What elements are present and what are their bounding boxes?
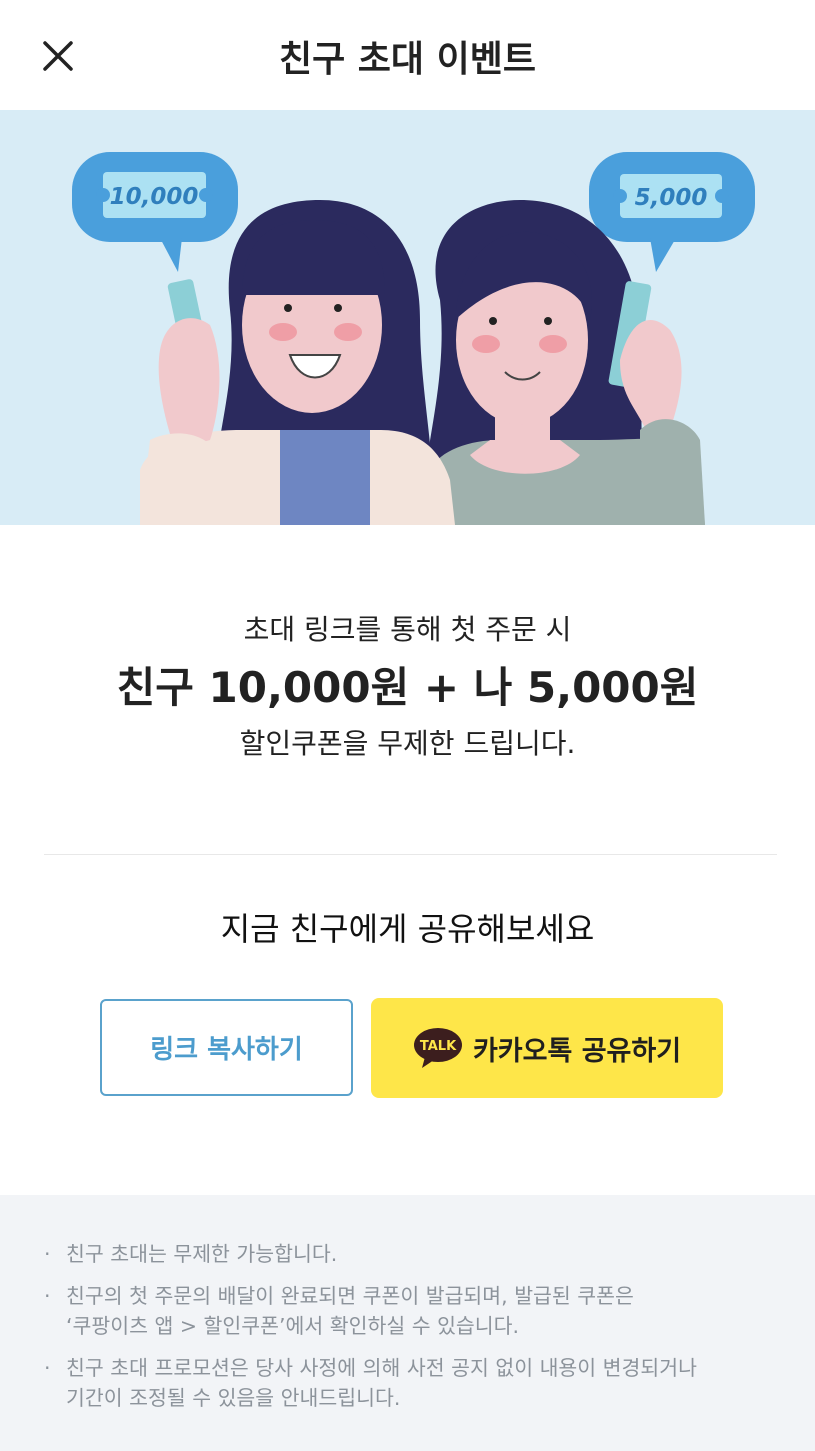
hero-illustration: 10,000 5,000: [0, 110, 815, 525]
right-bubble-amount: 5,000: [635, 185, 708, 211]
notice-item: · 친구의 첫 주문의 배달이 완료되면 쿠폰이 발급되며, 발급된 쿠폰은 ‘…: [44, 1281, 755, 1341]
kakao-icon-text: TALK: [420, 1039, 457, 1054]
kakao-share-button[interactable]: TALK 카카오톡 공유하기: [371, 998, 723, 1098]
page-title: 친구 초대 이벤트: [279, 39, 536, 80]
divider: [44, 854, 777, 855]
notice-section: · 친구 초대는 무제한 가능합니다. · 친구의 첫 주문의 배달이 완료되면…: [0, 1195, 815, 1451]
copy-link-button[interactable]: 링크 복사하기: [100, 999, 353, 1096]
kakaotalk-icon: TALK: [413, 1027, 463, 1069]
promo-section: 초대 링크를 통해 첫 주문 시 친구 10,000원 + 나 5,000원 할…: [0, 610, 815, 764]
notice-list: · 친구 초대는 무제한 가능합니다. · 친구의 첫 주문의 배달이 완료되면…: [0, 1195, 815, 1413]
notice-item: · 친구 초대 프로모션은 당사 사정에 의해 사전 공지 없이 내용이 변경되…: [44, 1353, 755, 1413]
header: 친구 초대 이벤트: [0, 0, 815, 110]
promo-reward: 친구 10,000원 + 나 5,000원: [116, 663, 699, 712]
friends-illustration: 10,000 5,000: [72, 152, 755, 525]
share-title: 지금 친구에게 공유해보세요: [220, 910, 595, 948]
left-coupon-bubble: 10,000: [72, 152, 238, 272]
left-bubble-amount: 10,000: [110, 184, 199, 210]
promo-condition: 초대 링크를 통해 첫 주문 시: [243, 613, 572, 646]
notice-item: · 친구 초대는 무제한 가능합니다.: [44, 1239, 755, 1269]
bullet: ·: [44, 1284, 51, 1308]
promo-description: 할인쿠폰을 무제한 드립니다.: [239, 727, 576, 760]
bullet: ·: [44, 1356, 51, 1380]
left-person: [140, 200, 455, 525]
kakao-share-label: 카카오톡 공유하기: [472, 1035, 682, 1067]
bullet: ·: [44, 1242, 51, 1266]
